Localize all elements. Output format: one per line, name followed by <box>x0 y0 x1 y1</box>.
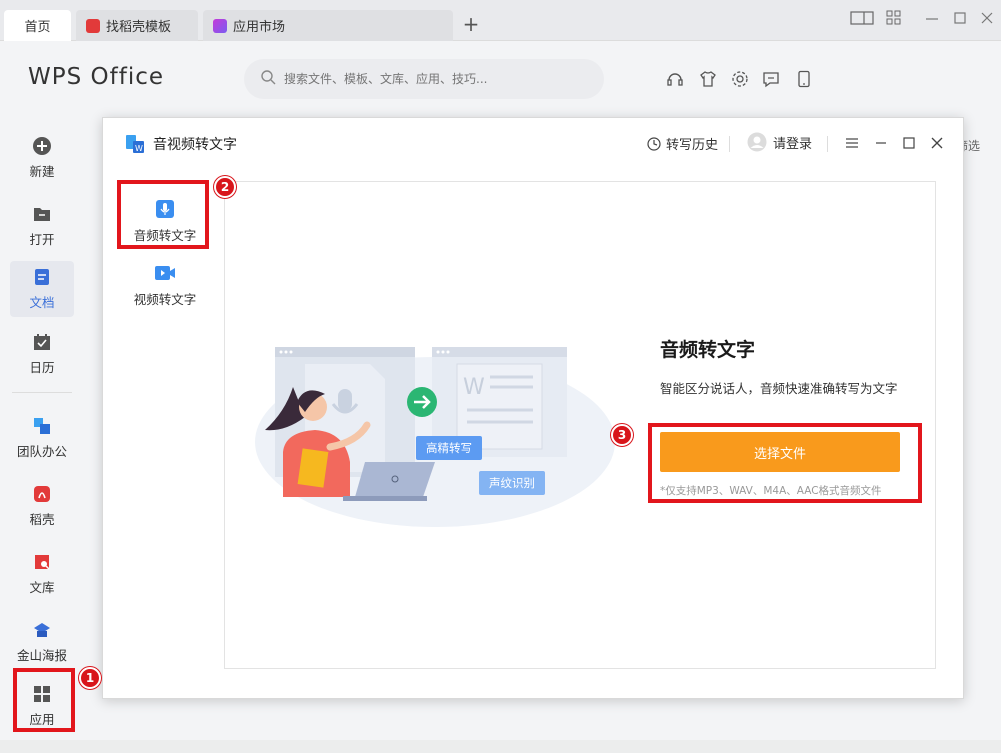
avatar <box>747 132 767 152</box>
search-input[interactable] <box>284 72 584 86</box>
new-tab-button[interactable]: + <box>460 12 482 36</box>
sidebar-item-new[interactable]: 新建 <box>10 130 74 186</box>
sidebar-item-label: 打开 <box>29 232 55 247</box>
tab-appstore-label: 应用市场 <box>233 20 286 35</box>
close-icon[interactable] <box>980 10 994 30</box>
sidebar-item-label: 新建 <box>29 164 55 179</box>
feature-description: 智能区分说话人，音频快速准确转写为文字 <box>660 381 898 396</box>
tab-bar: 首页 找稻壳模板 应用市场 + <box>0 0 1001 41</box>
mode-list: 音频转文字 视频转文字 <box>103 180 223 700</box>
sidebar-divider <box>12 392 72 393</box>
headset-icon[interactable] <box>666 70 684 88</box>
dialog-close-icon[interactable] <box>930 136 944 150</box>
sidebar-item-docer[interactable]: 稻壳 <box>10 478 74 534</box>
search-box[interactable] <box>244 59 604 99</box>
feature-headline: 音频转文字 <box>660 339 756 361</box>
tag-voiceprint: 声纹识别 <box>479 471 545 495</box>
wps-logo: WPS Office <box>28 64 165 90</box>
mode-label: 视频转文字 <box>133 291 197 307</box>
menu-icon[interactable] <box>845 136 859 150</box>
gear-icon[interactable] <box>731 70 749 88</box>
history-button[interactable]: 转写历史 <box>647 134 718 153</box>
highlight-box-audio-mode <box>117 180 209 249</box>
sidebar-item-team[interactable]: 团队办公 <box>10 410 74 466</box>
plus-circle-icon <box>32 136 52 156</box>
document-icon <box>32 267 52 287</box>
docer-icon <box>32 484 52 504</box>
arrow-right-icon <box>407 387 437 417</box>
svg-text:W: W <box>463 375 485 400</box>
tab-template-label: 找稻壳模板 <box>106 20 172 35</box>
audio-video-to-text-dialog: W 音视频转文字 转写历史 请登录 音频转文字 视频转文字 W 高精转写 声纹识… <box>102 117 964 699</box>
search-icon <box>260 69 276 89</box>
poster-icon <box>32 620 52 640</box>
dialog-maximize-icon[interactable] <box>902 136 916 150</box>
message-icon[interactable] <box>762 70 780 88</box>
phone-icon[interactable] <box>795 70 813 88</box>
highlight-box-choose-file <box>648 423 922 503</box>
audio-to-text-app-icon: W <box>125 134 145 154</box>
sidebar-item-docs[interactable]: 文档 <box>10 261 74 317</box>
tab-template[interactable]: 找稻壳模板 <box>76 10 198 41</box>
skin-icon[interactable] <box>699 70 717 88</box>
login-button[interactable]: 请登录 <box>747 132 812 152</box>
video-camera-icon <box>154 263 176 283</box>
background-strip <box>0 740 1001 753</box>
sidebar: 新建 打开 文档 日历 团队办公 稻壳 文库 金山海报 应用 <box>0 120 84 753</box>
history-label: 转写历史 <box>666 138 719 153</box>
illustration: W <box>255 347 615 527</box>
svg-text:W: W <box>135 144 143 153</box>
sidebar-item-label: 日历 <box>29 360 55 375</box>
grid-view-icon[interactable] <box>886 10 902 30</box>
dialog-title-text: 音视频转文字 <box>153 137 237 153</box>
sidebar-item-label: 文库 <box>29 580 55 595</box>
login-label: 请登录 <box>773 136 813 152</box>
sidebar-item-library[interactable]: 文库 <box>10 546 74 602</box>
dialog-minimize-icon[interactable] <box>874 136 888 150</box>
tab-home-label: 首页 <box>24 20 51 35</box>
sidebar-item-calendar[interactable]: 日历 <box>10 326 74 382</box>
sidebar-item-label: 文档 <box>29 295 55 310</box>
tag-high-accuracy: 高精转写 <box>416 436 482 460</box>
folder-icon <box>32 204 52 224</box>
appstore-icon <box>213 18 227 33</box>
calendar-icon <box>32 332 52 352</box>
team-office-icon <box>32 416 52 436</box>
header-divider <box>827 136 828 152</box>
minimize-icon[interactable] <box>925 10 939 30</box>
highlight-box-apps <box>13 668 75 732</box>
header-divider <box>729 136 730 152</box>
layout-toggle-icon[interactable] <box>850 10 874 30</box>
library-icon <box>32 552 52 572</box>
dialog-title: W 音视频转文字 <box>125 134 237 154</box>
step-badge-2: 2 <box>214 176 236 198</box>
sidebar-item-open[interactable]: 打开 <box>10 198 74 254</box>
sidebar-item-label: 稻壳 <box>29 512 55 527</box>
maximize-icon[interactable] <box>953 10 967 30</box>
step-badge-3: 3 <box>611 424 633 446</box>
tab-home[interactable]: 首页 <box>4 10 71 41</box>
tab-appstore[interactable]: 应用市场 <box>203 10 453 41</box>
sidebar-item-label: 金山海报 <box>16 648 67 663</box>
sidebar-item-label: 团队办公 <box>16 444 67 459</box>
sidebar-item-poster[interactable]: 金山海报 <box>10 614 74 670</box>
clock-icon <box>647 136 661 151</box>
docer-icon <box>86 18 100 33</box>
mode-video-to-text[interactable]: 视频转文字 <box>121 254 209 316</box>
step-badge-1: 1 <box>79 667 101 689</box>
